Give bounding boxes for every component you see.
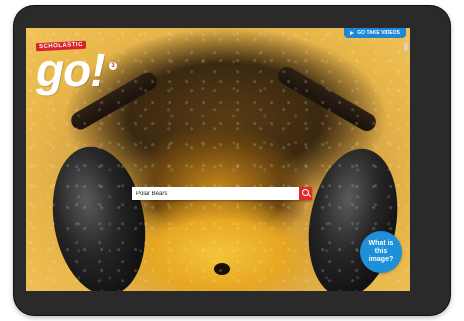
logo-word: go! <box>36 44 106 96</box>
search-button[interactable] <box>299 187 312 200</box>
search-bar <box>132 187 312 200</box>
top-link-label: GO TAKE VIDEOS <box>357 30 400 36</box>
what-is-this-image-button[interactable]: What is this image? <box>360 231 402 273</box>
app-screen: SCHOLASTIC go! 3 GO TAKE VIDEOS What is … <box>26 28 410 291</box>
what-is-this-image-label: What is this image? <box>368 240 394 263</box>
side-tab-handle[interactable] <box>404 43 408 51</box>
logo-badge: 3 <box>109 62 117 70</box>
play-icon <box>350 31 355 35</box>
search-icon <box>302 189 309 196</box>
go-logo[interactable]: SCHOLASTIC go! 3 <box>35 34 117 96</box>
search-input[interactable] <box>132 187 299 200</box>
go-take-videos-link[interactable]: GO TAKE VIDEOS <box>344 28 406 38</box>
